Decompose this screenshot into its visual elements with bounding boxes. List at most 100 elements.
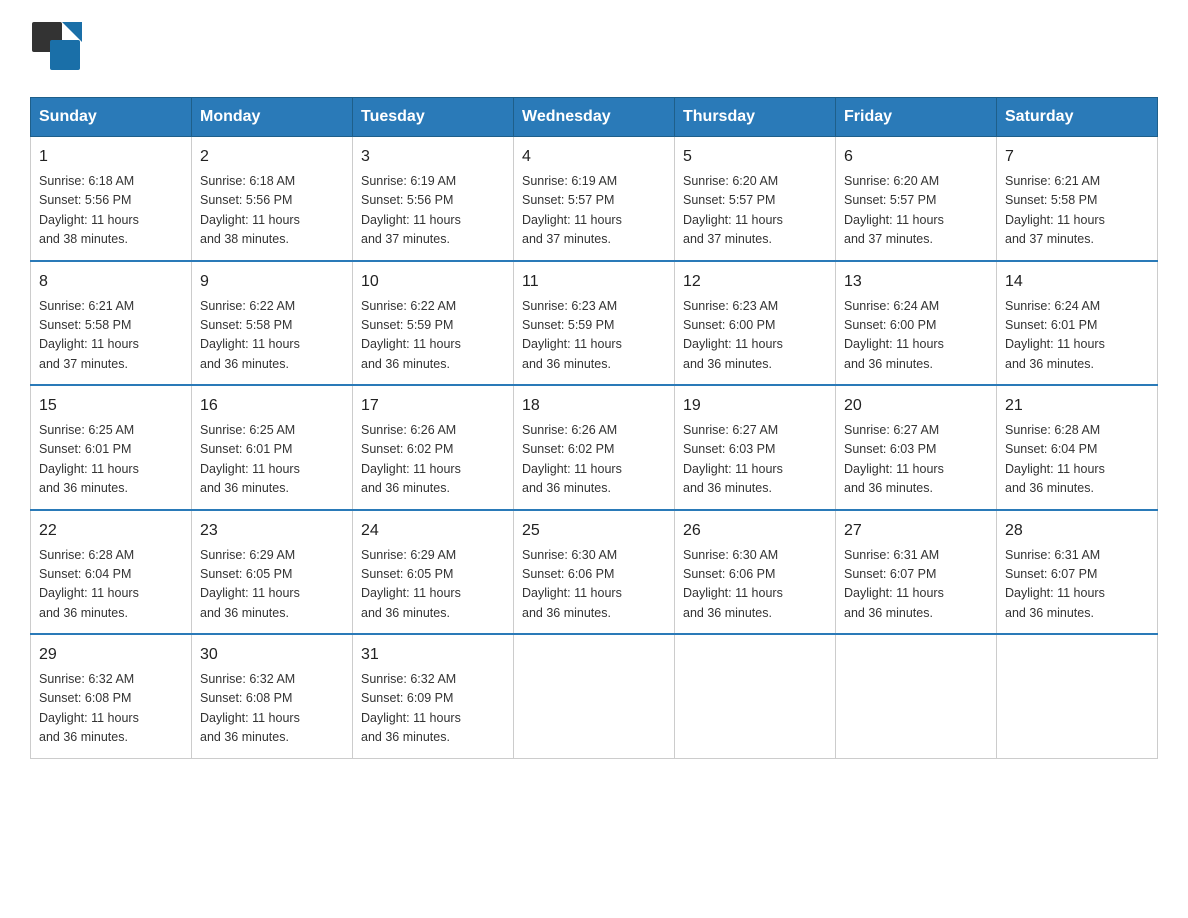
- calendar-cell: 22 Sunrise: 6:28 AMSunset: 6:04 PMDayligh…: [31, 510, 192, 635]
- calendar-cell: 23 Sunrise: 6:29 AMSunset: 6:05 PMDayligh…: [192, 510, 353, 635]
- column-header-friday: Friday: [836, 98, 997, 137]
- day-info: Sunrise: 6:32 AMSunset: 6:09 PMDaylight:…: [361, 672, 461, 744]
- week-row-4: 22 Sunrise: 6:28 AMSunset: 6:04 PMDayligh…: [31, 510, 1158, 635]
- day-number: 12: [683, 270, 827, 294]
- day-info: Sunrise: 6:21 AMSunset: 5:58 PMDaylight:…: [1005, 174, 1105, 246]
- day-info: Sunrise: 6:19 AMSunset: 5:56 PMDaylight:…: [361, 174, 461, 246]
- calendar-table: SundayMondayTuesdayWednesdayThursdayFrid…: [30, 97, 1158, 759]
- day-number: 10: [361, 270, 505, 294]
- calendar-cell: 1Sunrise: 6:18 AMSunset: 5:56 PMDaylight…: [31, 137, 192, 261]
- column-header-wednesday: Wednesday: [514, 98, 675, 137]
- day-number: 6: [844, 145, 988, 169]
- day-number: 28: [1005, 519, 1149, 543]
- day-info: Sunrise: 6:27 AMSunset: 6:03 PMDaylight:…: [683, 423, 783, 495]
- day-info: Sunrise: 6:26 AMSunset: 6:02 PMDaylight:…: [361, 423, 461, 495]
- calendar-cell: 12 Sunrise: 6:23 AMSunset: 6:00 PMDayligh…: [675, 261, 836, 386]
- day-number: 8: [39, 270, 183, 294]
- calendar-cell: 4Sunrise: 6:19 AMSunset: 5:57 PMDaylight…: [514, 137, 675, 261]
- calendar-cell: 10 Sunrise: 6:22 AMSunset: 5:59 PMDayligh…: [353, 261, 514, 386]
- calendar-cell: 26 Sunrise: 6:30 AMSunset: 6:06 PMDayligh…: [675, 510, 836, 635]
- day-number: 25: [522, 519, 666, 543]
- header-row: SundayMondayTuesdayWednesdayThursdayFrid…: [31, 98, 1158, 137]
- day-info: Sunrise: 6:20 AMSunset: 5:57 PMDaylight:…: [844, 174, 944, 246]
- calendar-cell: 27 Sunrise: 6:31 AMSunset: 6:07 PMDayligh…: [836, 510, 997, 635]
- day-info: Sunrise: 6:23 AMSunset: 6:00 PMDaylight:…: [683, 299, 783, 371]
- day-number: 2: [200, 145, 344, 169]
- calendar-cell: 25 Sunrise: 6:30 AMSunset: 6:06 PMDayligh…: [514, 510, 675, 635]
- calendar-cell: 14Sunrise: 6:24 AMSunset: 6:01 PMDayligh…: [997, 261, 1158, 386]
- day-number: 7: [1005, 145, 1149, 169]
- calendar-cell: 6 Sunrise: 6:20 AMSunset: 5:57 PMDaylight…: [836, 137, 997, 261]
- calendar-cell: 17 Sunrise: 6:26 AMSunset: 6:02 PMDayligh…: [353, 385, 514, 510]
- calendar-cell: 13Sunrise: 6:24 AMSunset: 6:00 PMDayligh…: [836, 261, 997, 386]
- calendar-cell: [836, 634, 997, 758]
- calendar-cell: 29 Sunrise: 6:32 AMSunset: 6:08 PMDayligh…: [31, 634, 192, 758]
- day-number: 22: [39, 519, 183, 543]
- day-info: Sunrise: 6:31 AMSunset: 6:07 PMDaylight:…: [1005, 548, 1105, 620]
- day-info: Sunrise: 6:22 AMSunset: 5:58 PMDaylight:…: [200, 299, 300, 371]
- logo: [30, 20, 86, 77]
- day-number: 5: [683, 145, 827, 169]
- day-number: 26: [683, 519, 827, 543]
- day-number: 20: [844, 394, 988, 418]
- calendar-cell: 8 Sunrise: 6:21 AMSunset: 5:58 PMDaylight…: [31, 261, 192, 386]
- calendar-cell: 31Sunrise: 6:32 AMSunset: 6:09 PMDayligh…: [353, 634, 514, 758]
- calendar-cell: 24 Sunrise: 6:29 AMSunset: 6:05 PMDayligh…: [353, 510, 514, 635]
- calendar-cell: [514, 634, 675, 758]
- header: [30, 20, 1158, 77]
- day-number: 19: [683, 394, 827, 418]
- calendar-cell: 16Sunrise: 6:25 AMSunset: 6:01 PMDayligh…: [192, 385, 353, 510]
- day-info: Sunrise: 6:23 AMSunset: 5:59 PMDaylight:…: [522, 299, 622, 371]
- week-row-5: 29 Sunrise: 6:32 AMSunset: 6:08 PMDayligh…: [31, 634, 1158, 758]
- day-number: 21: [1005, 394, 1149, 418]
- day-number: 27: [844, 519, 988, 543]
- day-info: Sunrise: 6:29 AMSunset: 6:05 PMDaylight:…: [361, 548, 461, 620]
- calendar-cell: 20 Sunrise: 6:27 AMSunset: 6:03 PMDayligh…: [836, 385, 997, 510]
- day-number: 3: [361, 145, 505, 169]
- calendar-cell: 28 Sunrise: 6:31 AMSunset: 6:07 PMDayligh…: [997, 510, 1158, 635]
- column-header-thursday: Thursday: [675, 98, 836, 137]
- week-row-3: 15Sunrise: 6:25 AMSunset: 6:01 PMDayligh…: [31, 385, 1158, 510]
- day-info: Sunrise: 6:21 AMSunset: 5:58 PMDaylight:…: [39, 299, 139, 371]
- column-header-saturday: Saturday: [997, 98, 1158, 137]
- week-row-2: 8 Sunrise: 6:21 AMSunset: 5:58 PMDaylight…: [31, 261, 1158, 386]
- column-header-monday: Monday: [192, 98, 353, 137]
- day-number: 23: [200, 519, 344, 543]
- day-number: 9: [200, 270, 344, 294]
- day-number: 16: [200, 394, 344, 418]
- calendar-cell: 5 Sunrise: 6:20 AMSunset: 5:57 PMDaylight…: [675, 137, 836, 261]
- day-info: Sunrise: 6:29 AMSunset: 6:05 PMDaylight:…: [200, 548, 300, 620]
- day-number: 30: [200, 643, 344, 667]
- column-header-tuesday: Tuesday: [353, 98, 514, 137]
- calendar-cell: [675, 634, 836, 758]
- calendar-cell: [997, 634, 1158, 758]
- day-info: Sunrise: 6:32 AMSunset: 6:08 PMDaylight:…: [39, 672, 139, 744]
- day-info: Sunrise: 6:28 AMSunset: 6:04 PMDaylight:…: [1005, 423, 1105, 495]
- calendar-cell: 19 Sunrise: 6:27 AMSunset: 6:03 PMDayligh…: [675, 385, 836, 510]
- day-info: Sunrise: 6:20 AMSunset: 5:57 PMDaylight:…: [683, 174, 783, 246]
- day-number: 17: [361, 394, 505, 418]
- day-info: Sunrise: 6:18 AMSunset: 5:56 PMDaylight:…: [200, 174, 300, 246]
- calendar-cell: 18 Sunrise: 6:26 AMSunset: 6:02 PMDayligh…: [514, 385, 675, 510]
- day-number: 29: [39, 643, 183, 667]
- week-row-1: 1Sunrise: 6:18 AMSunset: 5:56 PMDaylight…: [31, 137, 1158, 261]
- day-info: Sunrise: 6:27 AMSunset: 6:03 PMDaylight:…: [844, 423, 944, 495]
- day-number: 24: [361, 519, 505, 543]
- day-info: Sunrise: 6:26 AMSunset: 6:02 PMDaylight:…: [522, 423, 622, 495]
- day-info: Sunrise: 6:30 AMSunset: 6:06 PMDaylight:…: [522, 548, 622, 620]
- day-number: 15: [39, 394, 183, 418]
- calendar-cell: 7 Sunrise: 6:21 AMSunset: 5:58 PMDaylight…: [997, 137, 1158, 261]
- day-info: Sunrise: 6:30 AMSunset: 6:06 PMDaylight:…: [683, 548, 783, 620]
- calendar-cell: 3 Sunrise: 6:19 AMSunset: 5:56 PMDaylight…: [353, 137, 514, 261]
- day-info: Sunrise: 6:19 AMSunset: 5:57 PMDaylight:…: [522, 174, 622, 246]
- day-info: Sunrise: 6:28 AMSunset: 6:04 PMDaylight:…: [39, 548, 139, 620]
- calendar-cell: 15Sunrise: 6:25 AMSunset: 6:01 PMDayligh…: [31, 385, 192, 510]
- day-info: Sunrise: 6:31 AMSunset: 6:07 PMDaylight:…: [844, 548, 944, 620]
- day-number: 14: [1005, 270, 1149, 294]
- calendar-cell: 30Sunrise: 6:32 AMSunset: 6:08 PMDayligh…: [192, 634, 353, 758]
- logo-mark: [30, 20, 82, 77]
- day-info: Sunrise: 6:22 AMSunset: 5:59 PMDaylight:…: [361, 299, 461, 371]
- day-number: 18: [522, 394, 666, 418]
- calendar-cell: 21 Sunrise: 6:28 AMSunset: 6:04 PMDayligh…: [997, 385, 1158, 510]
- calendar-cell: 9 Sunrise: 6:22 AMSunset: 5:58 PMDaylight…: [192, 261, 353, 386]
